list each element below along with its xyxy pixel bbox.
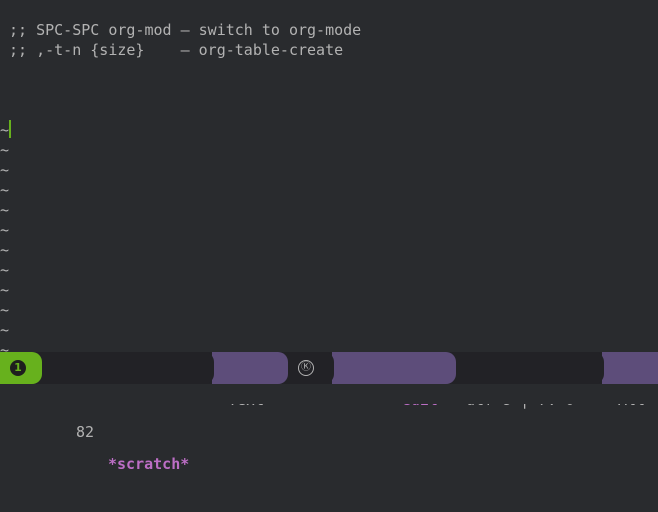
scroll-position-segment[interactable]: All	[602, 352, 658, 409]
position-segment[interactable]: utf-8 | 7: 0	[452, 352, 604, 409]
empty-line-marker: ~	[0, 321, 10, 339]
empty-line-marker: ~	[0, 121, 10, 139]
empty-line-marker: ~	[0, 141, 10, 159]
keyboard-mode-icon: Ⓚ	[298, 360, 314, 376]
empty-line-marker: ~	[0, 301, 10, 319]
empty-line-marker: ~	[0, 341, 10, 352]
buffer-size: 82	[76, 423, 95, 441]
minor-mode-segment[interactable]: Ⓚ	[286, 352, 334, 384]
empty-line-marker: ~	[0, 281, 10, 299]
empty-line-marker: ~	[0, 221, 10, 239]
window-number-icon: 1	[10, 360, 26, 376]
major-mode-segment[interactable]: Text	[212, 352, 288, 409]
text-cursor	[9, 120, 11, 138]
mode-line: All utf-8 | 7: 0 edit Ⓚ Text * 82 *scrat…	[0, 352, 658, 473]
buffer-segment[interactable]: * 82 *scratch*	[42, 352, 214, 473]
window-number-segment[interactable]: 1	[0, 352, 42, 384]
echo-area[interactable]	[0, 384, 658, 404]
comment-line-1: ;; SPC-SPC org-mod — switch to org-mode	[9, 21, 362, 39]
empty-line-marker: ~	[0, 201, 10, 219]
editor-buffer[interactable]: ;; SPC-SPC org-mod — switch to org-mode …	[0, 0, 658, 352]
evil-state-segment[interactable]: edit	[332, 352, 456, 409]
buffer-name: *scratch*	[108, 455, 190, 473]
empty-line-marker: ~	[0, 261, 10, 279]
comment-line-2: ;; ,-t-n {size} — org-table-create	[9, 41, 344, 59]
empty-line-marker: ~	[0, 181, 10, 199]
empty-line-marker: ~	[0, 161, 10, 179]
empty-line-marker: ~	[0, 241, 10, 259]
